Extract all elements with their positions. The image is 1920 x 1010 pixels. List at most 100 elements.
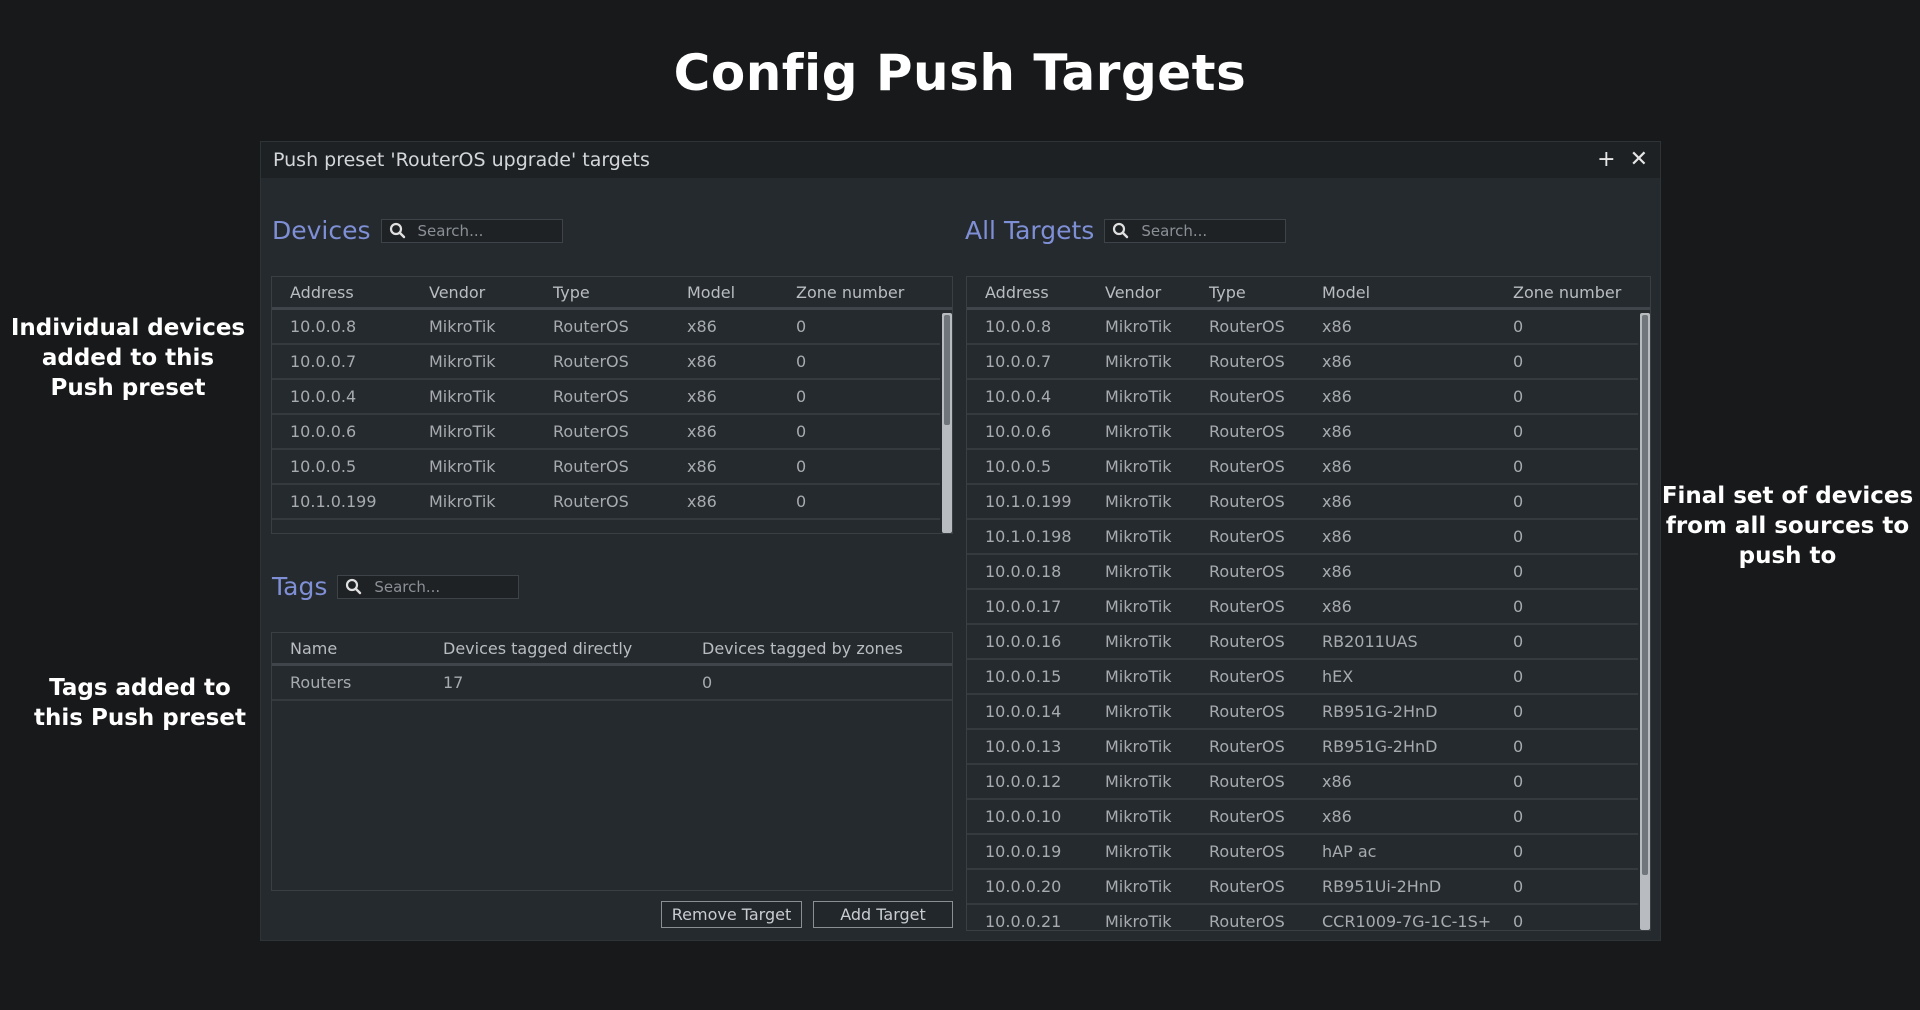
table-row[interactable]: 10.0.0.5 MikroTik RouterOS x86 0 (272, 450, 940, 485)
table-cell: RouterOS (553, 457, 629, 476)
all-targets-search[interactable] (1104, 218, 1287, 243)
table-cell: MikroTik (1105, 737, 1172, 756)
table-cell: 10.0.0.8 (290, 317, 357, 336)
column-header[interactable]: Type (1191, 283, 1304, 302)
table-row[interactable]: 10.0.0.15 MikroTik RouterOS hEX 0 (967, 660, 1638, 695)
table-row[interactable]: Routers 17 0 (272, 666, 952, 701)
table-cell: 10.0.0.15 (985, 667, 1062, 686)
scrollbar[interactable] (942, 313, 952, 533)
table-cell: RouterOS (1209, 562, 1285, 581)
table-row[interactable]: 10.0.0.7 MikroTik RouterOS x86 0 (272, 345, 940, 380)
table-cell: MikroTik (1105, 912, 1172, 931)
table-cell: 0 (1513, 562, 1524, 581)
table-cell: MikroTik (1105, 317, 1172, 336)
tags-title: Tags (272, 572, 328, 601)
table-cell: 0 (1513, 527, 1524, 546)
table-cell: x86 (1322, 387, 1352, 406)
column-header[interactable]: Devices tagged by zones (684, 639, 944, 658)
table-cell: MikroTik (1105, 562, 1172, 581)
column-header[interactable]: Zone number (778, 283, 928, 302)
column-header[interactable]: Model (669, 283, 778, 302)
column-header[interactable]: Zone number (1495, 283, 1635, 302)
table-cell: MikroTik (1105, 632, 1172, 651)
scrollbar-thumb[interactable] (944, 315, 950, 425)
table-row[interactable]: 10.1.0.199 MikroTik RouterOS x86 0 (967, 485, 1638, 520)
table-cell: x86 (1322, 352, 1352, 371)
table-cell: x86 (687, 387, 717, 406)
table-row[interactable]: 10.0.0.6 MikroTik RouterOS x86 0 (967, 415, 1638, 450)
table-row[interactable]: 10.0.0.8 MikroTik RouterOS x86 0 (272, 310, 940, 345)
table-row[interactable]: 10.0.0.12 MikroTik RouterOS x86 0 (967, 765, 1638, 800)
table-cell: 10.1.0.199 (985, 492, 1072, 511)
table-cell: 0 (796, 422, 807, 441)
table-row[interactable]: 10.0.0.20 MikroTik RouterOS RB951Ui-2HnD 0 (967, 870, 1638, 905)
table-row[interactable]: 10.0.0.7 MikroTik RouterOS x86 0 (967, 345, 1638, 380)
add-target-button[interactable]: Add Target (813, 901, 953, 928)
table-cell: RouterOS (1209, 667, 1285, 686)
column-header[interactable]: Address (272, 283, 411, 302)
scrollbar[interactable] (1640, 313, 1650, 930)
table-row[interactable]: 10.0.0.16 MikroTik RouterOS RB2011UAS 0 (967, 625, 1638, 660)
scrollbar-thumb[interactable] (1642, 315, 1648, 875)
table-cell: 0 (1513, 597, 1524, 616)
table-cell: 10.0.0.13 (985, 737, 1062, 756)
tags-header: Tags (272, 572, 520, 601)
search-icon (1113, 222, 1129, 238)
table-row[interactable]: 10.0.0.17 MikroTik RouterOS x86 0 (967, 590, 1638, 625)
table-cell: MikroTik (1105, 527, 1172, 546)
table-cell: 10.0.0.18 (985, 562, 1062, 581)
table-row[interactable]: 10.0.0.4 MikroTik RouterOS x86 0 (272, 380, 940, 415)
table-cell: MikroTik (1105, 702, 1172, 721)
table-cell: RouterOS (1209, 597, 1285, 616)
table-cell: MikroTik (1105, 807, 1172, 826)
table-cell: RB2011UAS (1322, 632, 1418, 651)
table-row[interactable]: 10.0.0.18 MikroTik RouterOS x86 0 (967, 555, 1638, 590)
table-row[interactable]: 10.0.0.14 MikroTik RouterOS RB951G-2HnD 0 (967, 695, 1638, 730)
table-cell: 10.0.0.17 (985, 597, 1062, 616)
tags-search[interactable] (337, 574, 520, 599)
table-row[interactable]: 10.0.0.5 MikroTik RouterOS x86 0 (967, 450, 1638, 485)
column-header[interactable]: Vendor (411, 283, 535, 302)
table-cell: RouterOS (553, 317, 629, 336)
tags-search-input[interactable] (372, 576, 513, 597)
column-header[interactable]: Vendor (1087, 283, 1191, 302)
annotation-all-targets: Final set of devices from all sources to… (1661, 483, 1914, 569)
column-header[interactable]: Model (1304, 283, 1495, 302)
table-cell: MikroTik (1105, 492, 1172, 511)
table-row[interactable]: 10.0.0.19 MikroTik RouterOS hAP ac 0 (967, 835, 1638, 870)
table-row[interactable]: 10.0.0.21 MikroTik RouterOS CCR1009-7G-1C-1… (967, 905, 1638, 931)
remove-target-button[interactable]: Remove Target (661, 901, 802, 928)
table-cell: 0 (1513, 912, 1524, 931)
devices-search-input[interactable] (415, 220, 556, 241)
table-cell: 0 (1513, 702, 1524, 721)
column-header[interactable]: Address (967, 283, 1087, 302)
table-row[interactable]: 10.0.0.4 MikroTik RouterOS x86 0 (967, 380, 1638, 415)
table-cell: MikroTik (429, 387, 496, 406)
table-row[interactable]: 10.0.0.8 MikroTik RouterOS x86 0 (967, 310, 1638, 345)
devices-search[interactable] (380, 218, 563, 243)
table-row[interactable]: 10.1.0.199 MikroTik RouterOS x86 0 (272, 485, 940, 520)
all-targets-search-input[interactable] (1139, 220, 1280, 241)
table-cell: RouterOS (1209, 422, 1285, 441)
column-header[interactable]: Name (272, 639, 425, 658)
table-cell: RouterOS (1209, 807, 1285, 826)
table-cell: RouterOS (1209, 772, 1285, 791)
table-cell: x86 (687, 317, 717, 336)
table-row[interactable]: 10.1.0.198 MikroTik RouterOS x86 0 (967, 520, 1638, 555)
table-cell: RouterOS (1209, 702, 1285, 721)
column-header[interactable]: Devices tagged directly (425, 639, 684, 658)
table-cell: 17 (443, 673, 464, 692)
table-cell: 0 (796, 352, 807, 371)
close-icon[interactable]: ✕ (1630, 149, 1648, 171)
table-row[interactable]: 10.0.0.13 MikroTik RouterOS RB951G-2HnD 0 (967, 730, 1638, 765)
annotation-devices: Individual devices added to this Push pr… (10, 315, 246, 401)
table-row[interactable]: 10.0.0.6 MikroTik RouterOS x86 0 (272, 415, 940, 450)
table-row[interactable]: 10.0.0.10 MikroTik RouterOS x86 0 (967, 800, 1638, 835)
table-cell: RouterOS (1209, 492, 1285, 511)
plus-icon[interactable]: + (1597, 149, 1615, 171)
table-cell: RouterOS (1209, 387, 1285, 406)
table-cell: RB951G-2HnD (1322, 702, 1438, 721)
column-header[interactable]: Type (535, 283, 669, 302)
window-title: Push preset 'RouterOS upgrade' targets (273, 149, 650, 171)
table-cell: 10.0.0.7 (290, 352, 357, 371)
